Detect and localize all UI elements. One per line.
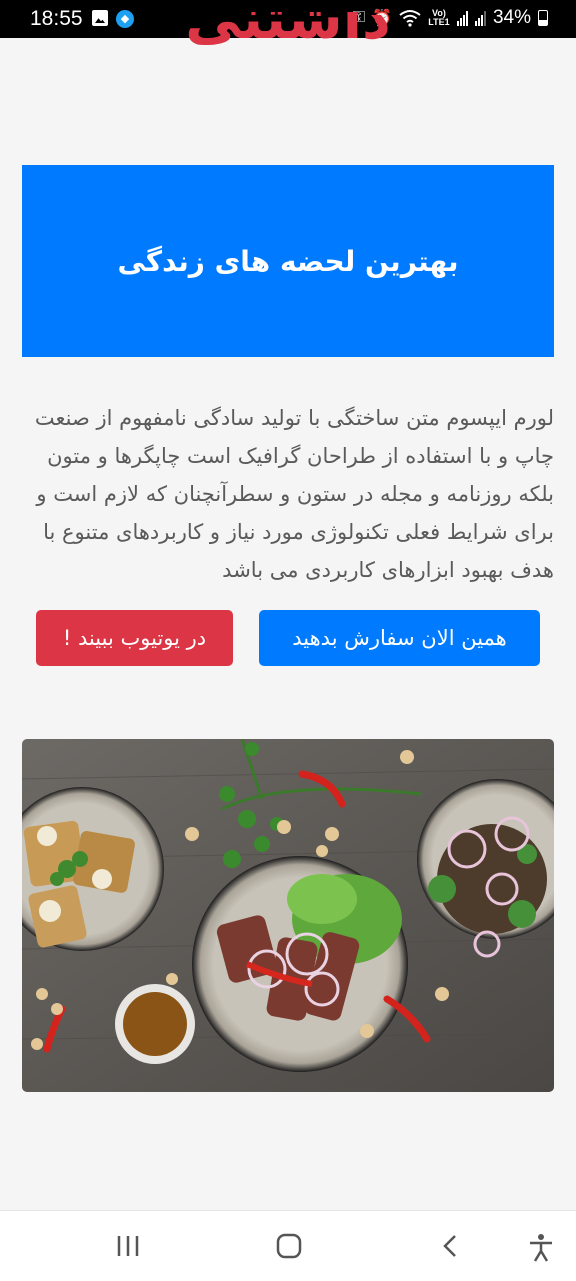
back-icon[interactable] [440,1233,460,1259]
hero-banner: بهترین لحضه های زندگی [22,165,554,357]
hero-heading: بهترین لحضه های زندگی [117,244,459,278]
home-icon[interactable] [276,1233,302,1259]
recent-apps-icon[interactable] [116,1233,140,1259]
brand-title: داشتنی [0,12,576,60]
brand-title-text: داشتنی [185,12,391,52]
watch-youtube-button[interactable]: در یوتیوب ببیند ! [36,610,233,666]
description-text: لورم ایپسوم متن ساختگی با تولید سادگی نا… [34,406,554,582]
food-illustration [22,739,554,1092]
order-now-button[interactable]: همین الان سفارش بدهید [259,610,540,666]
system-nav-bar [0,1210,576,1281]
food-image [22,739,554,1092]
accessibility-icon[interactable] [528,1233,554,1263]
